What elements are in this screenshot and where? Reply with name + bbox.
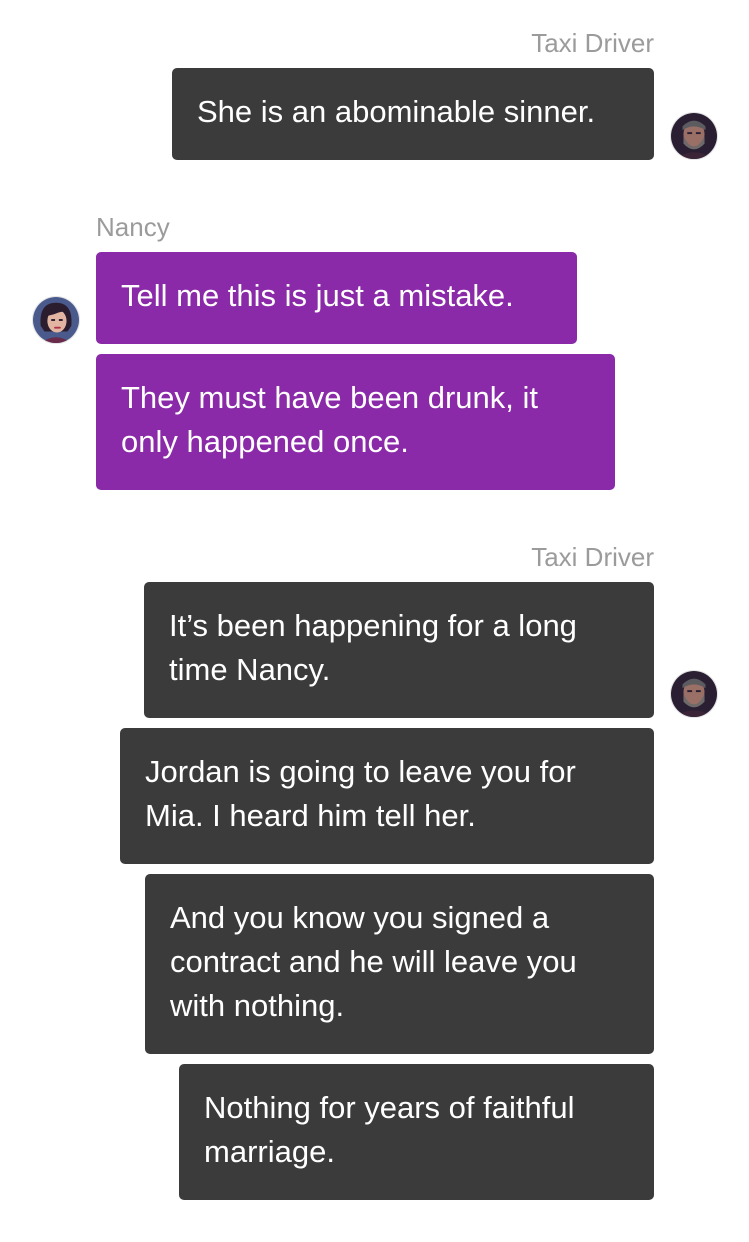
- message-text: Jordan is going to leave you for Mia. I …: [145, 754, 576, 833]
- message-text: She is an abominable sinner.: [197, 94, 596, 129]
- message-text: Nothing for years of faithful marriage.: [204, 1090, 575, 1169]
- message-text: Tell me this is just a mistake.: [121, 278, 514, 313]
- message-bubble[interactable]: They must have been drunk, it only happe…: [96, 354, 615, 490]
- message-bubble[interactable]: And you know you signed a contract and h…: [145, 874, 654, 1054]
- message-bubble[interactable]: Jordan is going to leave you for Mia. I …: [120, 728, 654, 864]
- message-bubble[interactable]: It’s been happening for a long time Nanc…: [144, 582, 654, 718]
- message-bubble[interactable]: She is an abominable sinner.: [172, 68, 654, 160]
- taxi-driver-avatar[interactable]: [670, 670, 718, 718]
- sender-name-taxi-driver: Taxi Driver: [531, 28, 654, 58]
- bearded-man-icon: [671, 113, 717, 159]
- taxi-driver-avatar[interactable]: [670, 112, 718, 160]
- nancy-avatar[interactable]: [32, 296, 80, 344]
- woman-portrait-icon: [33, 297, 79, 343]
- message-text: It’s been happening for a long time Nanc…: [169, 608, 577, 687]
- sender-name-nancy: Nancy: [96, 212, 170, 242]
- message-text: They must have been drunk, it only happe…: [121, 380, 539, 459]
- message-text: And you know you signed a contract and h…: [170, 900, 577, 1023]
- bearded-man-icon: [671, 671, 717, 717]
- message-bubble[interactable]: Tell me this is just a mistake.: [96, 252, 577, 344]
- message-bubble[interactable]: Nothing for years of faithful marriage.: [179, 1064, 654, 1200]
- sender-name-taxi-driver: Taxi Driver: [531, 542, 654, 572]
